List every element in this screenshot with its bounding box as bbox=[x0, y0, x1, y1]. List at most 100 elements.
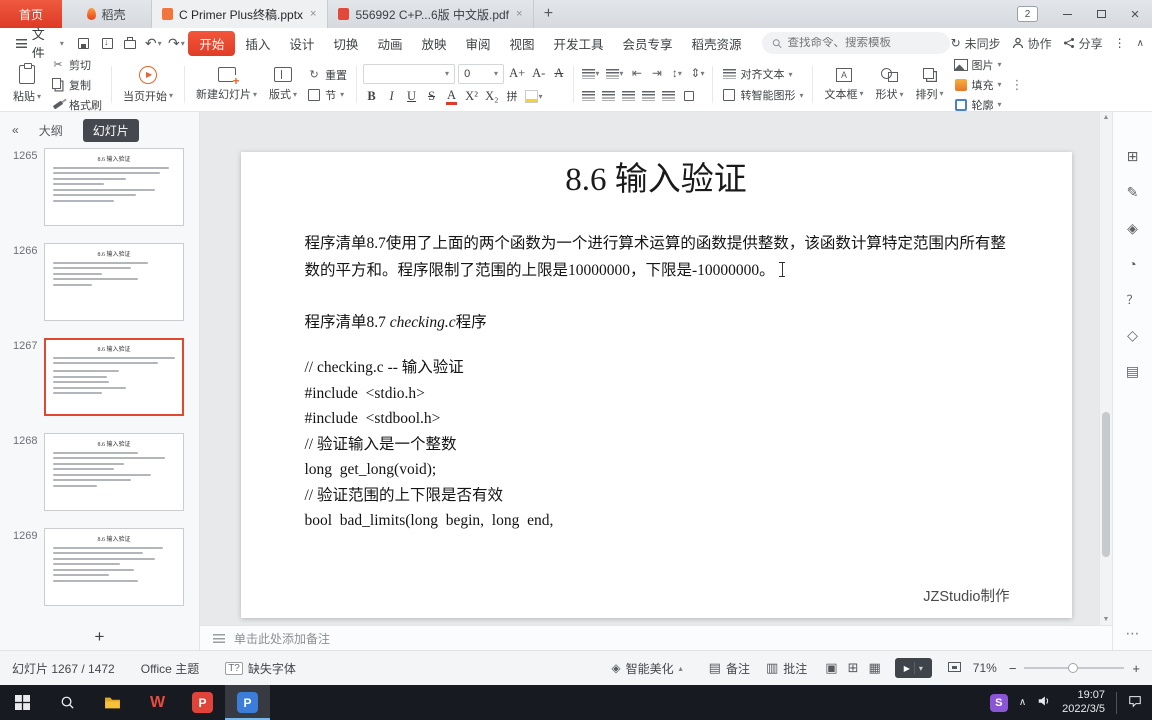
close-tab-icon[interactable]: × bbox=[309, 8, 317, 20]
zoom-slider-knob[interactable] bbox=[1068, 663, 1079, 673]
add-slide-button[interactable]: + bbox=[0, 625, 199, 649]
presenter-mode-button[interactable] bbox=[947, 661, 961, 675]
slide-title[interactable]: 8.6 输入验证 bbox=[241, 152, 1072, 200]
ribbon-tab-docer-resources[interactable]: 稻壳资源 bbox=[683, 31, 751, 56]
arrange-button[interactable]: 排列 ▾ bbox=[911, 66, 949, 104]
clear-format-button[interactable]: A bbox=[550, 64, 567, 83]
collapse-panel-icon[interactable]: « bbox=[12, 123, 19, 137]
zoom-slider[interactable] bbox=[1024, 663, 1125, 673]
ribbon-tab-member[interactable]: 会员专享 bbox=[614, 31, 682, 56]
ribbon-tab-start[interactable]: 开始 bbox=[188, 30, 236, 56]
copy-button[interactable]: 复制 bbox=[48, 76, 105, 94]
align-center-button[interactable] bbox=[600, 86, 617, 105]
bold-button[interactable]: B bbox=[363, 87, 380, 106]
picture-button[interactable]: 图片 ▾ bbox=[951, 58, 1005, 74]
new-tab-button[interactable]: + bbox=[534, 0, 562, 28]
more-panels-icon[interactable]: ⋯ bbox=[1113, 625, 1152, 642]
shapes-button[interactable]: 形状 ▾ bbox=[870, 65, 908, 104]
font-name-select[interactable]: ▾ bbox=[363, 63, 456, 84]
theme-indicator[interactable]: Office 主题 bbox=[141, 660, 199, 677]
vertical-scrollbar[interactable]: ▲ ▼ bbox=[1099, 112, 1112, 625]
collapse-ribbon-icon[interactable]: ∧ bbox=[1137, 38, 1144, 49]
font-size-input[interactable] bbox=[464, 67, 489, 80]
taskbar-search-button[interactable] bbox=[45, 685, 90, 720]
highlight-button[interactable]: ▾ bbox=[523, 87, 544, 106]
fill-button[interactable]: 填充 ▾ bbox=[951, 76, 1005, 94]
strikethrough-button[interactable]: S bbox=[423, 87, 440, 106]
underline-button[interactable]: U bbox=[403, 87, 420, 106]
pinyin-guide-button[interactable]: 拼 bbox=[503, 87, 520, 106]
numbered-list-button[interactable]: ▾ bbox=[604, 64, 625, 83]
notes-area[interactable]: 单击此处添加备注 bbox=[200, 625, 1112, 650]
start-button[interactable] bbox=[0, 685, 45, 720]
slide-thumbnail-1268[interactable]: 1268 8.6 输入验证 bbox=[0, 433, 199, 511]
save-button[interactable] bbox=[73, 32, 95, 54]
tab-outline[interactable]: 大纲 bbox=[39, 122, 63, 139]
file-menu[interactable]: 文件 ▾ bbox=[8, 24, 72, 62]
slide-thumbnail-1266[interactable]: 1266 8.6 输入验证 bbox=[0, 243, 199, 321]
decrease-indent-button[interactable]: ⇤ bbox=[628, 64, 645, 83]
ribbon-tab-design[interactable]: 设计 bbox=[280, 31, 323, 56]
slide-listing-caption[interactable]: 程序清单8.7 checking.c程序 bbox=[305, 310, 1008, 332]
volume-button[interactable] bbox=[1037, 694, 1051, 711]
presentation-app-button[interactable]: P bbox=[225, 685, 270, 720]
tray-expand-icon[interactable]: ∧ bbox=[1019, 697, 1026, 708]
document-tab-pdf[interactable]: 556992 C+P...6版 中文版.pdf × bbox=[328, 0, 535, 28]
print-button[interactable] bbox=[119, 32, 141, 54]
tray-app-icon[interactable]: S bbox=[989, 693, 1008, 712]
ribbon-tab-view[interactable]: 视图 bbox=[500, 31, 543, 56]
command-search[interactable] bbox=[761, 32, 950, 54]
help-panel-icon[interactable]: ？ bbox=[1126, 291, 1138, 308]
slide-thumbnail-1267[interactable]: 1267 8.6 输入验证 bbox=[0, 338, 199, 416]
history-panel-icon[interactable]: ◔ bbox=[1128, 256, 1136, 272]
resources-panel-icon[interactable]: ◇ bbox=[1127, 327, 1138, 344]
pdf-app-button[interactable]: P bbox=[180, 685, 225, 720]
file-explorer-button[interactable] bbox=[90, 685, 135, 720]
beautify-panel-icon[interactable]: ◈ bbox=[1127, 220, 1138, 237]
scrollbar-thumb[interactable] bbox=[1102, 412, 1110, 557]
ribbon-tab-review[interactable]: 审阅 bbox=[456, 31, 499, 56]
minimize-button[interactable] bbox=[1050, 0, 1084, 28]
distribute-button[interactable] bbox=[660, 86, 677, 105]
grow-font-button[interactable]: A+ bbox=[507, 64, 527, 83]
slideshow-play-button[interactable]: ▶ ▾ bbox=[894, 658, 932, 678]
notes-toggle-button[interactable]: ▤ 备注 bbox=[709, 660, 750, 677]
slide-code-block[interactable]: // checking.c -- 输入验证 #include <stdio.h>… bbox=[305, 355, 1008, 534]
zoom-level[interactable]: 71% bbox=[973, 661, 997, 675]
slide-editor[interactable]: 8.6 输入验证 程序清单8.7使用了上面的两个函数为一个进行算术运算的函数提供… bbox=[240, 152, 1072, 618]
align-left-button[interactable] bbox=[580, 86, 597, 105]
ribbon-tab-insert[interactable]: 插入 bbox=[236, 31, 279, 56]
collaborate-button[interactable]: 协作 bbox=[1012, 35, 1052, 52]
increase-indent-button[interactable]: ⇥ bbox=[648, 64, 665, 83]
format-painter-button[interactable]: 格式刷 bbox=[48, 96, 105, 111]
layout-button[interactable]: 版式 ▾ bbox=[264, 65, 302, 104]
docer-tab[interactable]: 稻壳 bbox=[62, 0, 152, 28]
subscript-button[interactable]: X₂ bbox=[483, 87, 500, 106]
normal-view-icon[interactable]: ▣ bbox=[825, 660, 837, 676]
taskbar-clock[interactable]: 19:07 2022/3/5 bbox=[1062, 689, 1105, 717]
undo-button[interactable]: ↶ ▾ bbox=[142, 32, 164, 54]
bullet-list-button[interactable]: ▾ bbox=[580, 64, 601, 83]
font-color-button[interactable]: A bbox=[443, 87, 460, 106]
shrink-font-button[interactable]: A- bbox=[530, 64, 547, 83]
play-from-current-button[interactable]: ▶ 当页开始 ▾ bbox=[118, 64, 178, 106]
smart-graphic-button[interactable]: 转智能图形 ▾ bbox=[719, 86, 806, 104]
columns-button[interactable] bbox=[680, 86, 697, 105]
outline-button[interactable]: 轮廓 ▾ bbox=[951, 96, 1005, 111]
annotate-panel-icon[interactable]: ✎ bbox=[1127, 184, 1139, 201]
reading-view-icon[interactable]: ▦ bbox=[868, 660, 880, 676]
reset-button[interactable]: ↻ 重置 bbox=[304, 66, 350, 84]
wps-app-button[interactable]: W bbox=[135, 685, 180, 720]
window-count-badge[interactable]: 2 bbox=[1017, 6, 1038, 22]
export-pdf-button[interactable] bbox=[96, 32, 118, 54]
tab-slides[interactable]: 幻灯片 bbox=[82, 118, 139, 142]
action-center-button[interactable] bbox=[1128, 694, 1142, 711]
ribbon-tab-animation[interactable]: 动画 bbox=[368, 31, 411, 56]
justify-button[interactable] bbox=[640, 86, 657, 105]
redo-button[interactable]: ↷ ▾ bbox=[165, 32, 187, 54]
share-button[interactable]: 分享 bbox=[1063, 35, 1103, 52]
comments-toggle-button[interactable]: ▥ 批注 bbox=[766, 660, 807, 677]
missing-font-button[interactable]: T? 缺失字体 bbox=[225, 660, 296, 677]
scroll-up-icon[interactable]: ▲ bbox=[1100, 114, 1112, 121]
italic-button[interactable]: I bbox=[383, 87, 400, 106]
